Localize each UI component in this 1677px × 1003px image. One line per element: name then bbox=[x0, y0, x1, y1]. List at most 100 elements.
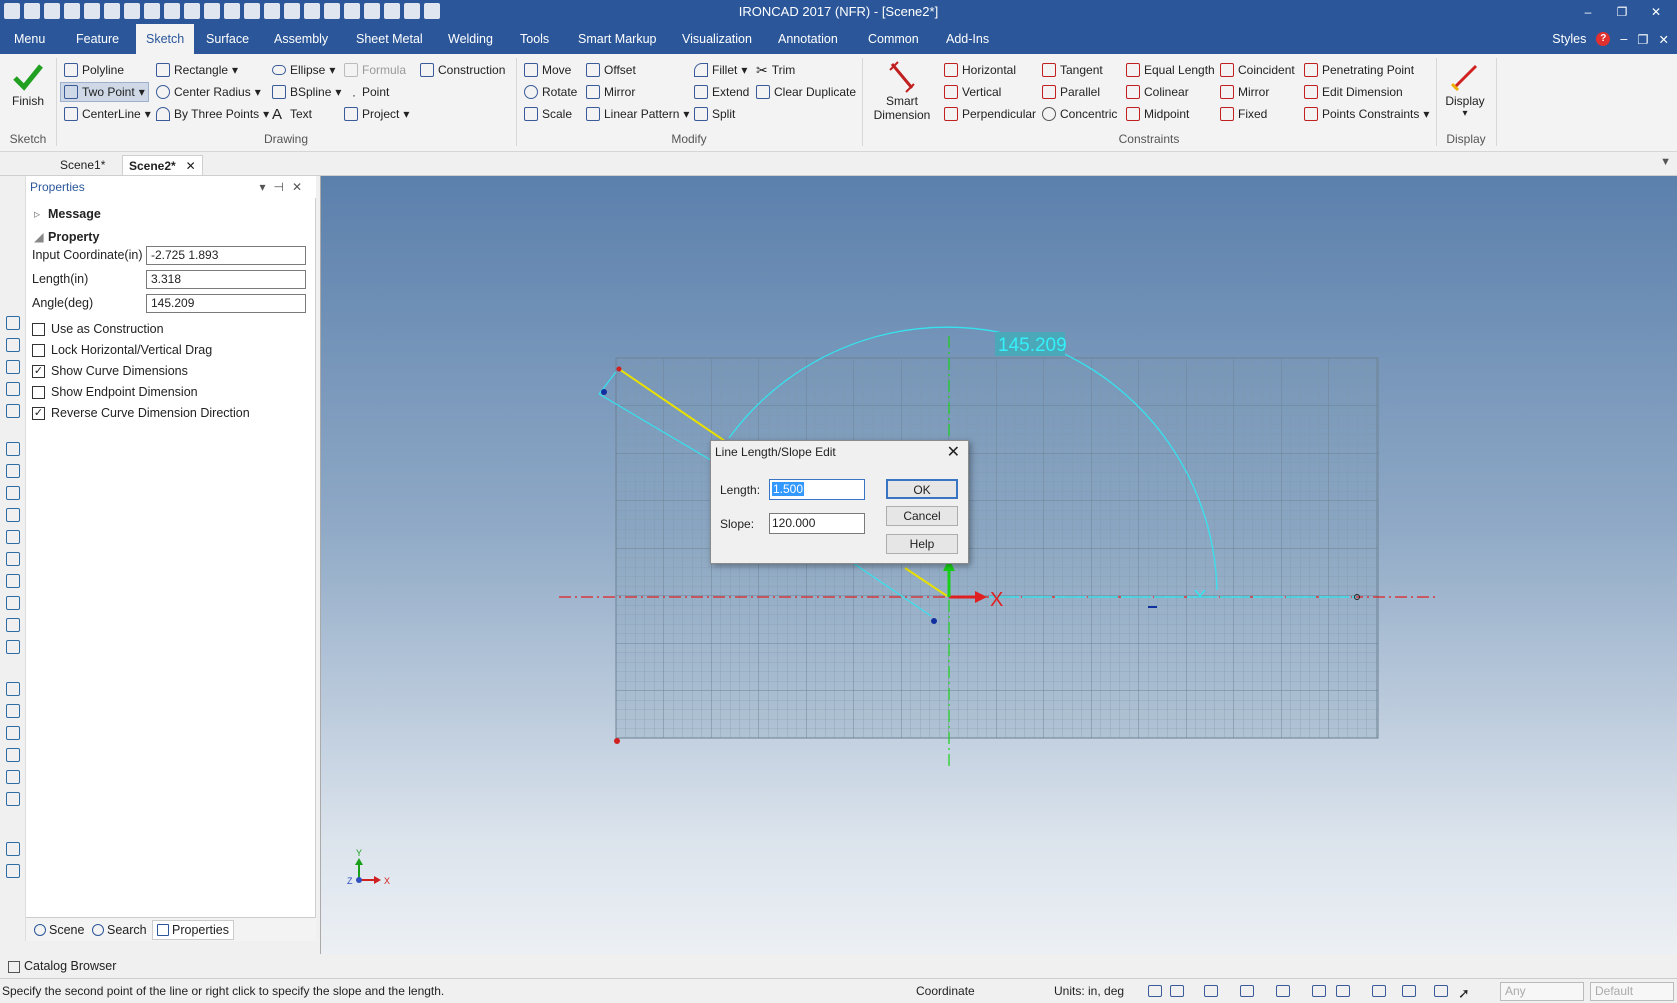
help-circle-icon[interactable]: ? bbox=[1596, 32, 1611, 46]
dimension-point[interactable] bbox=[931, 618, 937, 624]
split-button[interactable]: Split bbox=[694, 104, 735, 124]
tab-common[interactable]: Common bbox=[860, 24, 927, 54]
style-dropdown[interactable]: Default bbox=[1590, 982, 1674, 1001]
close-icon[interactable]: ✕ bbox=[186, 156, 196, 176]
sketch-tool-3-icon[interactable] bbox=[6, 726, 20, 740]
tabs-overflow-chevron-icon[interactable]: ▼ bbox=[1660, 156, 1671, 168]
mirror-sketch-button[interactable]: Mirror bbox=[586, 82, 635, 102]
ok-button[interactable]: OK bbox=[886, 479, 958, 499]
bspline-button[interactable]: BSpline ▾ bbox=[272, 82, 341, 102]
shading-icon[interactable] bbox=[1312, 985, 1326, 997]
three-point-arc-button[interactable]: By Three Points ▾ bbox=[156, 104, 269, 124]
camera-icon[interactable] bbox=[1276, 985, 1290, 997]
endpoint-marker[interactable] bbox=[616, 366, 622, 372]
rectangle-button[interactable]: Rectangle ▾ bbox=[156, 60, 238, 80]
sketch-tool-5-icon[interactable] bbox=[6, 770, 20, 784]
fixed-constraint-button[interactable]: Fixed bbox=[1220, 104, 1267, 124]
penetrating-point-button[interactable]: Penetrating Point bbox=[1304, 60, 1414, 80]
offset-button[interactable]: Offset bbox=[586, 60, 636, 80]
section-icon[interactable] bbox=[1402, 985, 1416, 997]
finish-button[interactable]: Finish bbox=[10, 60, 46, 120]
tab-feature[interactable]: Feature bbox=[68, 24, 127, 54]
polyline-button[interactable]: Polyline bbox=[64, 60, 124, 80]
ribbon-minimize-button[interactable]: ‒ bbox=[1620, 32, 1627, 46]
perpendicular-constraint-button[interactable]: Perpendicular bbox=[944, 104, 1036, 124]
trim-button[interactable]: ✂ Trim bbox=[756, 60, 795, 80]
center-radius-button[interactable]: Center Radius ▾ bbox=[156, 82, 261, 102]
project-button[interactable]: Project ▾ bbox=[344, 104, 409, 124]
box-shape-7-icon[interactable] bbox=[6, 574, 20, 588]
zoom-icon[interactable] bbox=[1148, 985, 1162, 997]
colinear-constraint-button[interactable]: Colinear bbox=[1126, 82, 1189, 102]
tangent-constraint-button[interactable]: Tangent bbox=[1042, 60, 1103, 80]
strip-tool-4-icon[interactable] bbox=[6, 382, 20, 396]
extend-button[interactable]: Extend bbox=[694, 82, 749, 102]
checkbox[interactable] bbox=[32, 322, 45, 336]
tab-annotation[interactable]: Annotation bbox=[770, 24, 846, 54]
rotate-button[interactable]: Rotate bbox=[524, 82, 577, 102]
catalog-browser-bar[interactable]: Catalog Browser bbox=[0, 954, 320, 978]
tab-properties[interactable]: Properties bbox=[152, 920, 234, 940]
dimension-point[interactable] bbox=[601, 389, 607, 395]
panel-dropdown-icon[interactable]: ▾ bbox=[259, 180, 273, 194]
box-shape-9-icon[interactable] bbox=[6, 618, 20, 632]
3d-viewport[interactable]: X 145.209 Y Z X bbox=[320, 176, 1677, 954]
angle-field[interactable]: 145.209 bbox=[146, 294, 306, 313]
strip-tool-5-icon[interactable] bbox=[6, 404, 20, 418]
doc-tab-scene1[interactable]: Scene1* bbox=[54, 155, 111, 175]
length-field[interactable]: 3.318 bbox=[146, 270, 306, 289]
box-shape-2-icon[interactable] bbox=[6, 464, 20, 478]
reverse-curve-dimension-row[interactable]: ✓ Reverse Curve Dimension Direction bbox=[32, 406, 250, 420]
horizontal-constraint-button[interactable]: Horizontal bbox=[944, 60, 1016, 80]
lock-drag-row[interactable]: Lock Horizontal/Vertical Drag bbox=[32, 343, 212, 357]
tab-tools[interactable]: Tools bbox=[512, 24, 557, 54]
points-constraints-button[interactable]: Points Constraints ▾ bbox=[1304, 104, 1429, 124]
zoom-window-icon[interactable] bbox=[1170, 985, 1184, 997]
doc-tab-scene2[interactable]: Scene2* ✕ bbox=[122, 155, 203, 175]
tab-menu[interactable]: Menu bbox=[6, 24, 53, 54]
length-input[interactable]: 1.500 bbox=[769, 479, 865, 500]
checkbox[interactable] bbox=[32, 385, 45, 399]
ellipse-button[interactable]: Ellipse ▾ bbox=[272, 60, 335, 80]
sketch-tool-7-icon[interactable] bbox=[6, 842, 20, 856]
checkbox[interactable] bbox=[32, 343, 45, 357]
parallel-constraint-button[interactable]: Parallel bbox=[1042, 82, 1100, 102]
close-icon[interactable]: ✕ bbox=[292, 180, 310, 194]
box-shape-6-icon[interactable] bbox=[6, 552, 20, 566]
slope-input[interactable]: 120.000 bbox=[769, 513, 865, 534]
box-shape-10-icon[interactable] bbox=[6, 640, 20, 654]
two-point-button[interactable]: Two Point ▾ bbox=[60, 82, 149, 102]
close-button[interactable]: ✕ bbox=[1639, 0, 1673, 24]
box-shape-icon[interactable] bbox=[6, 442, 20, 456]
strip-tool-1-icon[interactable] bbox=[6, 316, 20, 330]
tab-smart-markup[interactable]: Smart Markup bbox=[570, 24, 665, 54]
input-coordinate-field[interactable]: -2.725 1.893 bbox=[146, 246, 306, 265]
selection-type-dropdown[interactable]: Any bbox=[1500, 982, 1584, 1001]
ribbon-restore-button[interactable]: ❐ bbox=[1637, 32, 1648, 47]
scale-button[interactable]: Scale bbox=[524, 104, 572, 124]
midpoint-constraint-button[interactable]: Midpoint bbox=[1126, 104, 1189, 124]
box-shape-4-icon[interactable] bbox=[6, 508, 20, 522]
styles-dropdown[interactable]: Styles bbox=[1552, 32, 1586, 46]
message-section-header[interactable]: ▹ Message bbox=[34, 206, 101, 221]
checkbox-checked[interactable]: ✓ bbox=[32, 364, 45, 378]
tab-welding[interactable]: Welding bbox=[440, 24, 501, 54]
minimize-button[interactable]: ‒ bbox=[1571, 0, 1605, 24]
sketch-tool-1-icon[interactable] bbox=[6, 682, 20, 696]
move-button[interactable]: Move bbox=[524, 60, 571, 80]
edit-dimension-button[interactable]: Edit Dimension bbox=[1304, 82, 1403, 102]
tab-add-ins[interactable]: Add-Ins bbox=[938, 24, 997, 54]
tab-surface[interactable]: Surface bbox=[198, 24, 257, 54]
sketch-tool-8-icon[interactable] bbox=[6, 864, 20, 878]
pin-icon[interactable]: ⊣ bbox=[273, 180, 291, 194]
box-shape-8-icon[interactable] bbox=[6, 596, 20, 610]
concentric-constraint-button[interactable]: Concentric bbox=[1042, 104, 1117, 124]
coincident-constraint-button[interactable]: Coincident bbox=[1220, 60, 1295, 80]
tab-visualization[interactable]: Visualization bbox=[674, 24, 760, 54]
selection-filter-icon[interactable] bbox=[1434, 985, 1448, 997]
tab-assembly[interactable]: Assembly bbox=[266, 24, 336, 54]
property-section-header[interactable]: ◢ Property bbox=[34, 229, 99, 244]
fillet-button[interactable]: Fillet ▾ bbox=[694, 60, 747, 80]
checkbox-checked[interactable]: ✓ bbox=[32, 406, 45, 420]
use-as-construction-row[interactable]: Use as Construction bbox=[32, 322, 164, 336]
